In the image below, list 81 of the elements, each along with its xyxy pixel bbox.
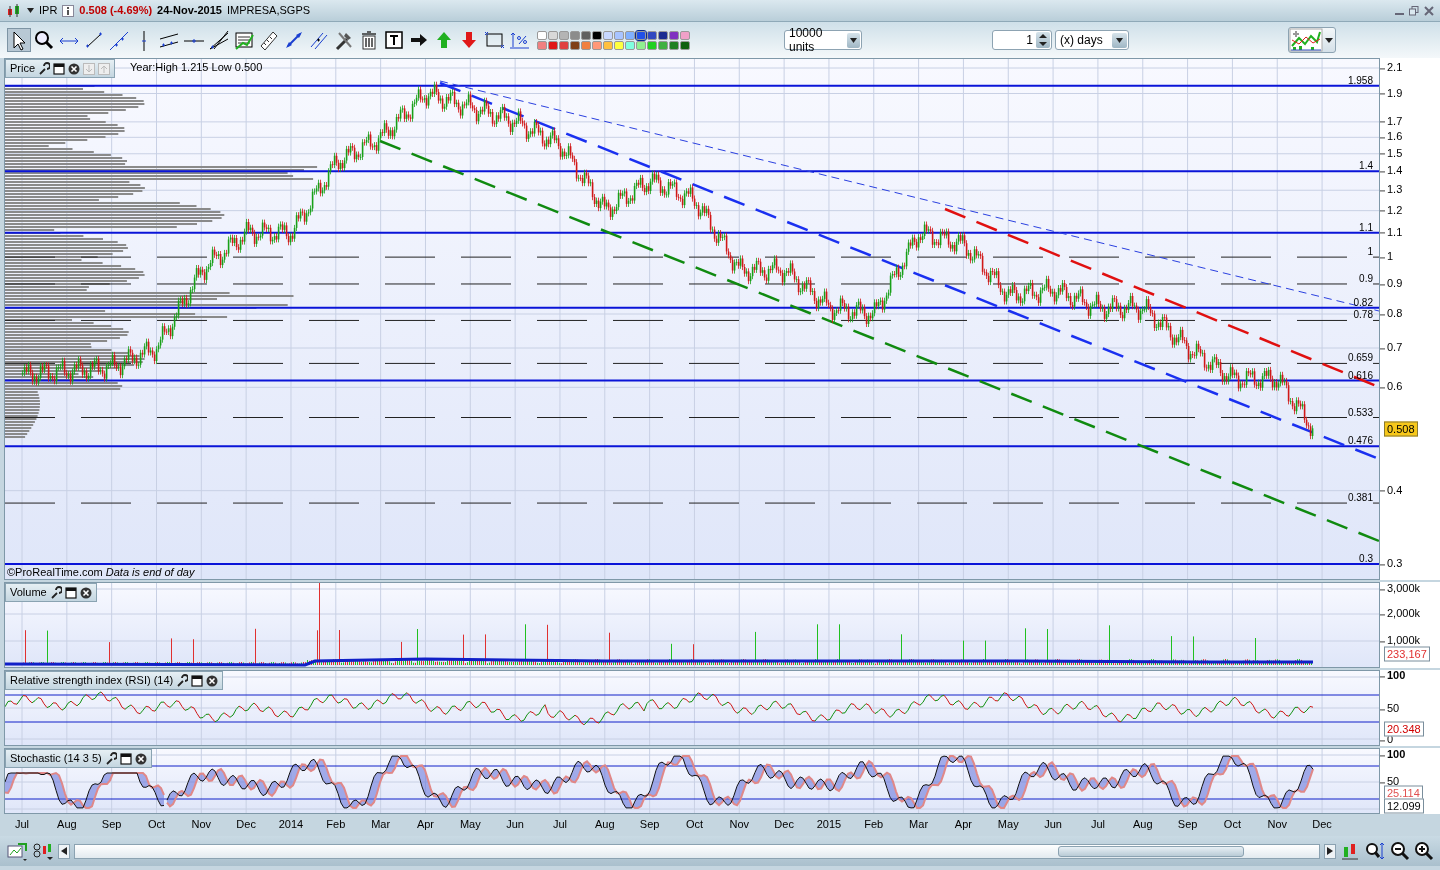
x-axis-label: Apr [416, 818, 435, 832]
x-axis-label: Nov [1267, 818, 1287, 832]
level-label: 0.659 [1347, 352, 1373, 364]
level-label: 0.616 [1347, 369, 1373, 381]
x-axis-label: Mar [909, 818, 929, 832]
y-axis-label: 1.9 [1380, 86, 1403, 101]
value-tag: 20.348 [1384, 721, 1424, 737]
period-unit-dropdown[interactable]: (x) days [1055, 30, 1129, 50]
level-label: 0.78 [1353, 309, 1373, 321]
x-axis-label: Jun [1044, 818, 1062, 832]
x-axis-label: Sep [639, 818, 660, 832]
x-axis-label: Oct [1223, 818, 1241, 832]
y-axis-label: 0.4 [1380, 484, 1403, 498]
copyright-text: ©ProRealTime.com Data is end of day [7, 565, 195, 579]
value-tag: 0.508 [1384, 421, 1418, 437]
panel-title: Relative strength index (RSI) (14) [10, 673, 174, 688]
value-tag: 12.099 [1384, 798, 1424, 814]
x-axis-label: Jun [506, 818, 524, 832]
x-axis-label: 2015 [816, 818, 842, 832]
y-axis-label: 1.5 [1380, 147, 1403, 161]
value-tag: 233,167 [1384, 646, 1430, 662]
x-axis-label: May [997, 818, 1019, 832]
symbol-label[interactable]: IPR [39, 3, 58, 18]
x-axis-label: Dec [774, 818, 794, 832]
panel-title: Price [10, 61, 36, 76]
level-label: 0.533 [1347, 406, 1373, 418]
y-axis-label: 100 [1380, 669, 1406, 683]
x-axis-label: Feb [864, 818, 884, 832]
x-axis-label: Nov [191, 818, 212, 832]
x-axis-label: Jul [14, 818, 30, 832]
y-axis-label: 0.9 [1380, 277, 1403, 291]
y-axis-label: 0.6 [1380, 380, 1403, 394]
x-axis-label: Sep [101, 818, 122, 832]
y-axis-label: 1.3 [1380, 183, 1403, 197]
level-label: 0.9 [1359, 272, 1373, 284]
y-axis-label: 2,000k [1380, 607, 1421, 621]
y-axis-label: 3,000k [1380, 582, 1421, 596]
level-label: 1.4 [1359, 160, 1373, 172]
y-axis-label: 1.2 [1380, 204, 1403, 218]
x-axis-label: Jul [552, 818, 567, 832]
x-axis-label: Apr [954, 818, 972, 832]
level-label: 1.1 [1359, 221, 1373, 233]
level-label: 0.476 [1347, 435, 1373, 447]
y-axis-label: 1.7 [1380, 115, 1403, 129]
x-axis-label: 2014 [278, 818, 304, 832]
x-axis-label: Dec [1312, 818, 1332, 832]
y-axis-label: 0.7 [1380, 341, 1403, 355]
y-axis-label: 2.1 [1380, 61, 1403, 75]
x-axis-label: Dec [236, 818, 256, 832]
x-axis-label: Oct [147, 818, 166, 832]
x-axis-label: Aug [1132, 818, 1153, 832]
y-axis-label: 0.3 [1380, 557, 1403, 571]
x-axis-label: Feb [326, 818, 346, 832]
y-axis-label: 1,000k [1380, 634, 1421, 648]
units-dropdown[interactable]: 10000 units [784, 30, 862, 50]
panel-title: Volume [10, 585, 47, 600]
price-change: 0.508 (-4.69%) [79, 3, 153, 18]
y-axis-label: 0.8 [1380, 307, 1403, 321]
x-axis-label: Aug [57, 818, 77, 832]
level-label: 1.958 [1347, 74, 1373, 86]
y-axis-label: 1.6 [1380, 130, 1403, 144]
x-axis-label: Oct [685, 818, 703, 832]
year-range-text: Year:High 1.215 Low 0.500 [130, 61, 263, 75]
y-axis-label: 100 [1380, 748, 1406, 762]
level-label: 0.82 [1353, 296, 1373, 308]
y-axis-label: 50 [1380, 702, 1400, 716]
y-axis-label: 1 [1380, 250, 1394, 264]
x-axis-label: Sep [1177, 818, 1198, 832]
level-label: 0.381 [1347, 492, 1373, 504]
x-axis-label: Nov [729, 818, 750, 832]
y-axis-label: 1.1 [1380, 226, 1403, 240]
level-label: 1 [1367, 246, 1373, 258]
level-label: 0.3 [1359, 553, 1373, 564]
x-axis-label: Mar [371, 818, 391, 832]
quote-date: 24-Nov-2015 [157, 3, 222, 18]
x-axis-label: Jul [1090, 818, 1105, 832]
company-name: IMPRESA,SGPS [226, 3, 311, 18]
y-axis-label: 1.4 [1380, 164, 1403, 178]
panel-title: Stochastic (14 3 5) [10, 751, 102, 766]
x-axis-label: May [459, 818, 481, 832]
x-axis-label: Aug [595, 818, 615, 832]
